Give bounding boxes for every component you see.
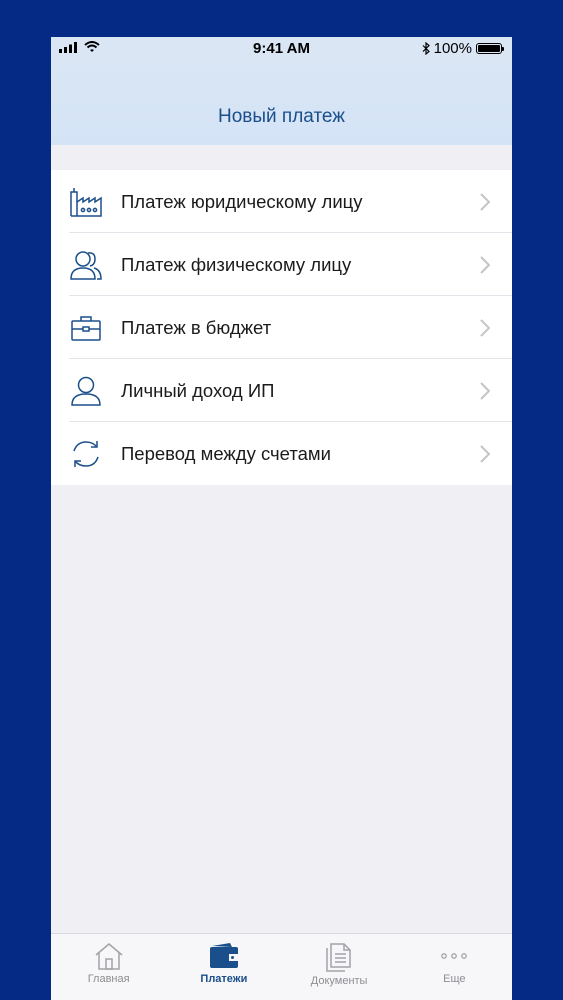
tab-label: Главная	[87, 973, 130, 985]
payment-option-legal-entity[interactable]: Платеж юридическому лицу	[51, 170, 512, 233]
payment-option-label: Платеж юридическому лицу	[121, 190, 363, 212]
payment-option-label: Личный доход ИП	[121, 379, 275, 401]
tab-bar: Главная Платежи Документы Еще	[51, 933, 512, 1000]
payment-option-personal-income[interactable]: Личный доход ИП	[51, 359, 512, 422]
payment-option-individual[interactable]: Платеж физическому лицу	[51, 233, 512, 296]
bluetooth-icon	[422, 42, 430, 55]
payment-options-list: Платеж юридическому лицу Платеж физическ…	[51, 170, 512, 485]
tab-label: Документы	[310, 975, 368, 987]
person-icon	[69, 374, 103, 408]
tab-payments[interactable]: Платежи	[166, 934, 281, 1000]
payment-option-label: Платеж физическому лицу	[121, 253, 352, 275]
chevron-right-icon	[480, 381, 494, 400]
more-icon	[441, 953, 468, 959]
tab-home[interactable]: Главная	[51, 934, 166, 1000]
status-right: 100%	[422, 40, 504, 57]
documents-icon	[326, 943, 351, 972]
battery-percent: 100%	[433, 40, 472, 57]
payment-option-label: Платеж в бюджет	[121, 316, 272, 338]
factory-icon	[69, 185, 103, 219]
wallet-icon	[209, 943, 238, 968]
battery-icon	[476, 43, 504, 54]
users-icon	[69, 248, 103, 282]
chevron-right-icon	[480, 444, 494, 463]
briefcase-icon	[69, 311, 103, 345]
page-title: Новый платеж	[217, 106, 345, 127]
navigation-header: 9:41 AM 100% Новый платеж	[51, 37, 512, 145]
payment-option-transfer[interactable]: Перевод между счетами	[51, 422, 512, 485]
payment-option-budget[interactable]: Платеж в бюджет	[51, 296, 512, 359]
tab-label: Еще	[443, 973, 466, 985]
payment-option-label: Перевод между счетами	[121, 442, 331, 464]
tab-more[interactable]: Еще	[397, 934, 512, 1000]
tab-documents[interactable]: Документы	[282, 934, 397, 1000]
status-bar: 9:41 AM 100%	[51, 37, 512, 61]
chevron-right-icon	[480, 255, 494, 274]
home-icon	[95, 943, 123, 970]
transfer-arrows-icon	[69, 437, 103, 471]
tab-label: Платежи	[200, 973, 248, 985]
chevron-right-icon	[480, 318, 494, 337]
chevron-right-icon	[480, 192, 494, 211]
phone-screen: 9:41 AM 100% Новый платеж Платеж юридиче…	[51, 37, 512, 1000]
